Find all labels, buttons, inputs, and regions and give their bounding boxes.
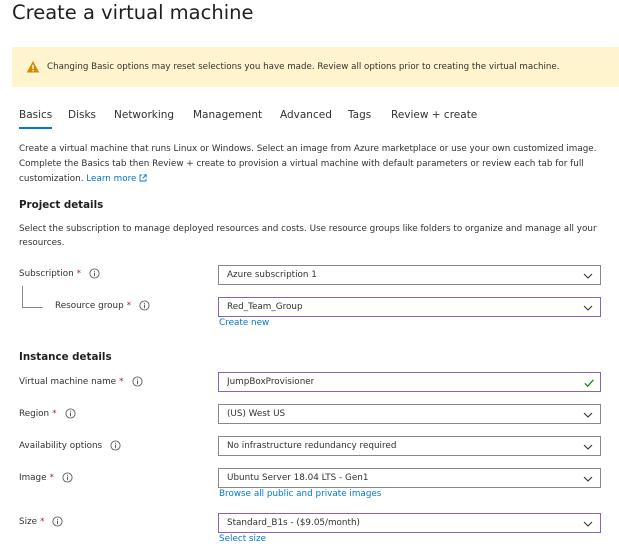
image-select[interactable]: Ubuntu Server 18.04 LTS - Gen1	[218, 468, 601, 488]
region-value: (US) West US	[227, 409, 286, 419]
project-details-heading: Project details	[19, 199, 104, 211]
browse-images-link[interactable]: Browse all public and private images	[219, 489, 381, 499]
tree-connector	[22, 286, 23, 308]
info-icon[interactable]	[110, 440, 121, 451]
vm-name-value: JumpBoxProvisioner	[227, 377, 315, 387]
tab-basics[interactable]: Basics	[19, 109, 53, 129]
resource-group-label-text: Resource group	[55, 300, 124, 311]
size-select[interactable]: Standard_B1s - ($9.05/month)	[218, 513, 601, 533]
info-icon[interactable]	[139, 300, 150, 311]
instance-details-heading: Instance details	[19, 351, 112, 363]
info-icon[interactable]	[131, 376, 143, 387]
tab-networking[interactable]: Networking	[114, 109, 174, 127]
project-details-description: Select the subscription to manage deploy…	[19, 224, 597, 248]
subscription-select[interactable]: Azure subscription 1	[218, 265, 601, 285]
info-icon[interactable]	[89, 268, 100, 279]
tab-bar: Basics Disks Networking Management Advan…	[19, 109, 609, 133]
external-link-icon	[139, 173, 148, 188]
tree-connector	[22, 307, 43, 308]
vm-name-label-text: Virtual machine name	[19, 376, 117, 387]
resource-group-label: Resource group *	[55, 300, 150, 311]
chevron-down-icon	[582, 270, 594, 282]
image-label: Image *	[19, 472, 73, 483]
subscription-label-text: Subscription	[19, 268, 74, 279]
required-marker: *	[49, 472, 54, 483]
chevron-down-icon	[582, 409, 594, 421]
tab-advanced[interactable]: Advanced	[280, 109, 332, 127]
info-icon[interactable]	[64, 408, 76, 419]
image-value: Ubuntu Server 18.04 LTS - Gen1	[227, 473, 369, 483]
size-label-text: Size	[19, 516, 38, 527]
resource-group-value: Red_Team_Group	[227, 302, 303, 312]
tab-tags[interactable]: Tags	[348, 109, 371, 127]
resource-group-select[interactable]: Red_Team_Group	[218, 297, 601, 317]
chevron-down-icon	[582, 302, 594, 314]
tab-review-create[interactable]: Review + create	[391, 109, 477, 127]
subscription-label: Subscription *	[19, 268, 100, 279]
vm-name-label: Virtual machine name *	[19, 376, 143, 387]
chevron-down-icon	[582, 441, 594, 453]
intro-paragraph: Create a virtual machine that runs Linux…	[19, 142, 613, 188]
create-new-link[interactable]: Create new	[219, 318, 269, 328]
learn-more-label: Learn more	[86, 174, 137, 184]
subscription-value: Azure subscription 1	[227, 270, 317, 280]
required-marker: *	[126, 300, 132, 311]
info-icon[interactable]	[62, 472, 73, 483]
chevron-down-icon	[582, 473, 594, 485]
size-label: Size *	[19, 516, 64, 527]
checkmark-icon	[583, 377, 595, 389]
required-marker: *	[76, 268, 82, 279]
availability-label: Availability options	[19, 440, 121, 451]
region-label: Region *	[19, 408, 76, 419]
tab-disks[interactable]: Disks	[68, 109, 96, 127]
availability-label-text: Availability options	[19, 440, 103, 451]
tab-management[interactable]: Management	[193, 109, 262, 127]
image-label-text: Image	[19, 472, 47, 483]
required-marker: *	[40, 516, 45, 527]
warning-text: Changing Basic options may reset selecti…	[47, 62, 560, 72]
learn-more-link[interactable]: Learn more	[86, 174, 148, 184]
region-label-text: Region	[19, 408, 50, 419]
region-select[interactable]: (US) West US	[218, 404, 601, 424]
availability-value: No infrastructure redundancy required	[227, 441, 397, 451]
vm-name-input[interactable]: JumpBoxProvisioner	[218, 372, 601, 392]
chevron-down-icon	[582, 518, 594, 530]
size-value: Standard_B1s - ($9.05/month)	[227, 518, 360, 528]
page-title: Create a virtual machine	[12, 1, 254, 24]
select-size-link[interactable]: Select size	[219, 534, 266, 544]
required-marker: *	[119, 376, 124, 387]
warning-icon	[26, 60, 40, 74]
warning-banner: Changing Basic options may reset selecti…	[12, 47, 619, 87]
availability-select[interactable]: No infrastructure redundancy required	[218, 436, 601, 456]
required-marker: *	[52, 408, 57, 419]
info-icon[interactable]	[52, 516, 64, 527]
